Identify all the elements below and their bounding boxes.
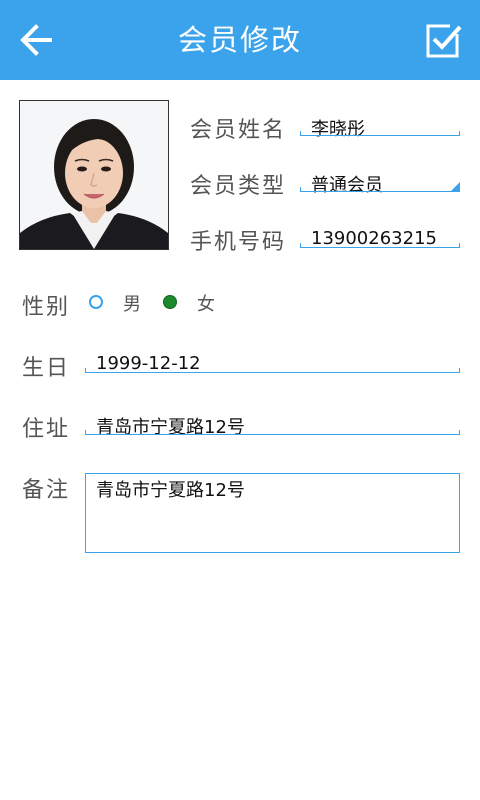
member-type-underline bbox=[300, 187, 460, 192]
gender-female-label[interactable]: 女 bbox=[197, 290, 215, 316]
birthday-underline bbox=[85, 368, 460, 373]
phone-underline bbox=[300, 243, 460, 248]
gender-label: 性别 bbox=[22, 295, 71, 320]
top-bar: 会员修改 bbox=[0, 0, 480, 80]
notes-label: 备注 bbox=[22, 478, 71, 503]
birthday-label: 生日 bbox=[22, 356, 71, 381]
checkbox-check-icon bbox=[426, 24, 462, 58]
gender-female-radio[interactable] bbox=[163, 295, 177, 309]
member-type-label: 会员类型 bbox=[190, 174, 287, 199]
member-name-underline bbox=[300, 131, 460, 136]
member-name-input[interactable]: 李晓彤 bbox=[311, 115, 365, 141]
address-label: 住址 bbox=[22, 417, 71, 442]
address-input[interactable]: 青岛市宁夏路12号 bbox=[96, 413, 245, 439]
notes-textarea[interactable]: 青岛市宁夏路12号 bbox=[85, 473, 460, 553]
member-type-select[interactable]: 普通会员 bbox=[311, 171, 383, 197]
member-name-label: 会员姓名 bbox=[190, 118, 287, 143]
gender-male-radio[interactable] bbox=[89, 295, 103, 309]
portrait-image bbox=[20, 101, 168, 249]
confirm-button[interactable] bbox=[424, 20, 464, 60]
phone-label: 手机号码 bbox=[190, 230, 287, 255]
gender-male-label[interactable]: 男 bbox=[123, 290, 141, 316]
dropdown-arrow-icon[interactable] bbox=[450, 182, 460, 192]
address-underline bbox=[85, 430, 460, 435]
page-title: 会员修改 bbox=[177, 23, 302, 57]
member-photo[interactable] bbox=[19, 100, 169, 250]
